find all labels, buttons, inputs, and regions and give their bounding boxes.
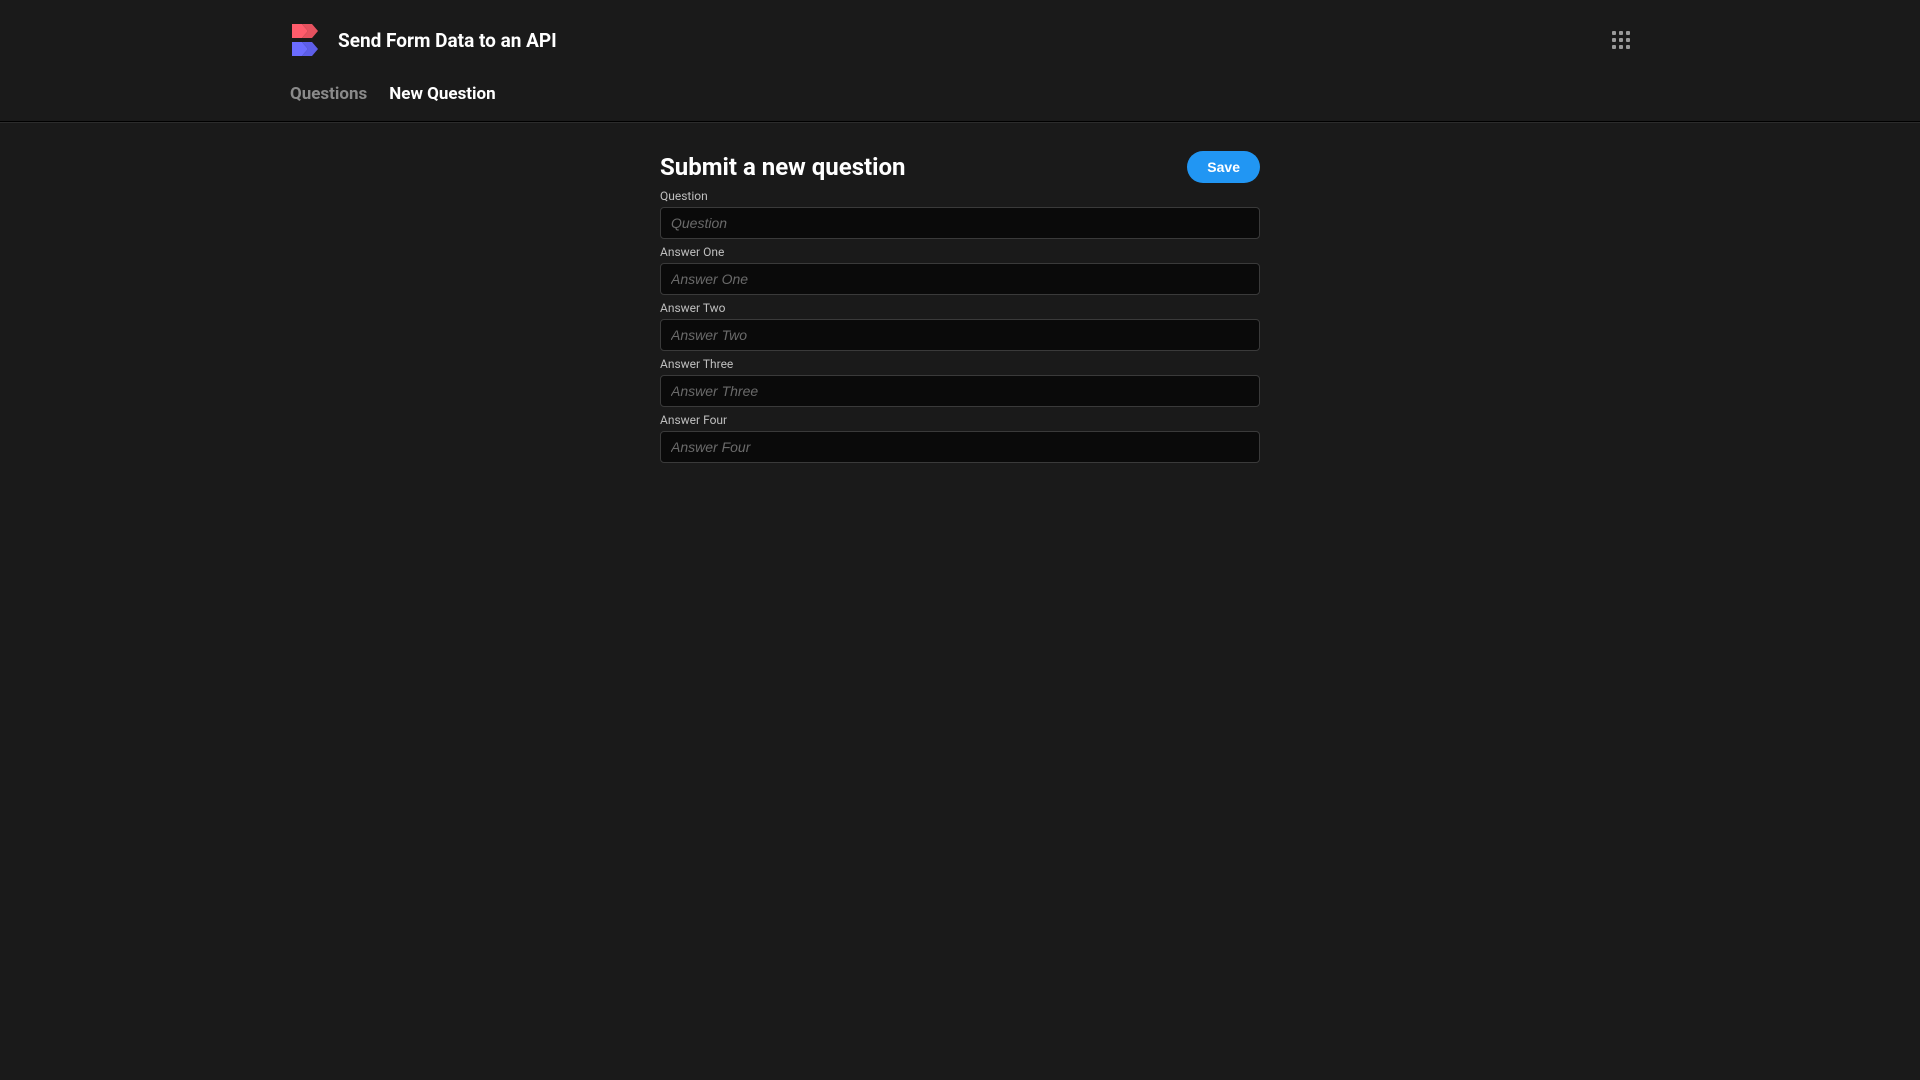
tab-new-question[interactable]: New Question [389, 84, 495, 121]
answer-one-input[interactable] [660, 263, 1260, 295]
question-label: Question [660, 189, 1260, 203]
form-header: Submit a new question Save [660, 151, 1260, 183]
header-bar: Send Form Data to an API [0, 0, 1920, 62]
app-logo-icon [290, 22, 326, 58]
field-group-answer-one: Answer One [660, 245, 1260, 295]
answer-one-label: Answer One [660, 245, 1260, 259]
tab-questions[interactable]: Questions [290, 84, 367, 121]
field-group-answer-three: Answer Three [660, 357, 1260, 407]
field-group-question: Question [660, 189, 1260, 239]
field-group-answer-two: Answer Two [660, 301, 1260, 351]
app-title: Send Form Data to an API [338, 29, 557, 52]
form-title: Submit a new question [660, 153, 906, 181]
question-input[interactable] [660, 207, 1260, 239]
answer-two-input[interactable] [660, 319, 1260, 351]
header-left: Send Form Data to an API [290, 22, 557, 58]
answer-three-input[interactable] [660, 375, 1260, 407]
answer-three-label: Answer Three [660, 357, 1260, 371]
save-button[interactable]: Save [1187, 151, 1260, 183]
answer-four-input[interactable] [660, 431, 1260, 463]
answer-two-label: Answer Two [660, 301, 1260, 315]
tab-bar: Questions New Question [0, 62, 1920, 122]
apps-grid-icon[interactable] [1612, 31, 1630, 49]
answer-four-label: Answer Four [660, 413, 1260, 427]
content-area: Submit a new question Save Question Answ… [0, 123, 1920, 469]
form-container: Submit a new question Save Question Answ… [660, 151, 1260, 469]
field-group-answer-four: Answer Four [660, 413, 1260, 463]
